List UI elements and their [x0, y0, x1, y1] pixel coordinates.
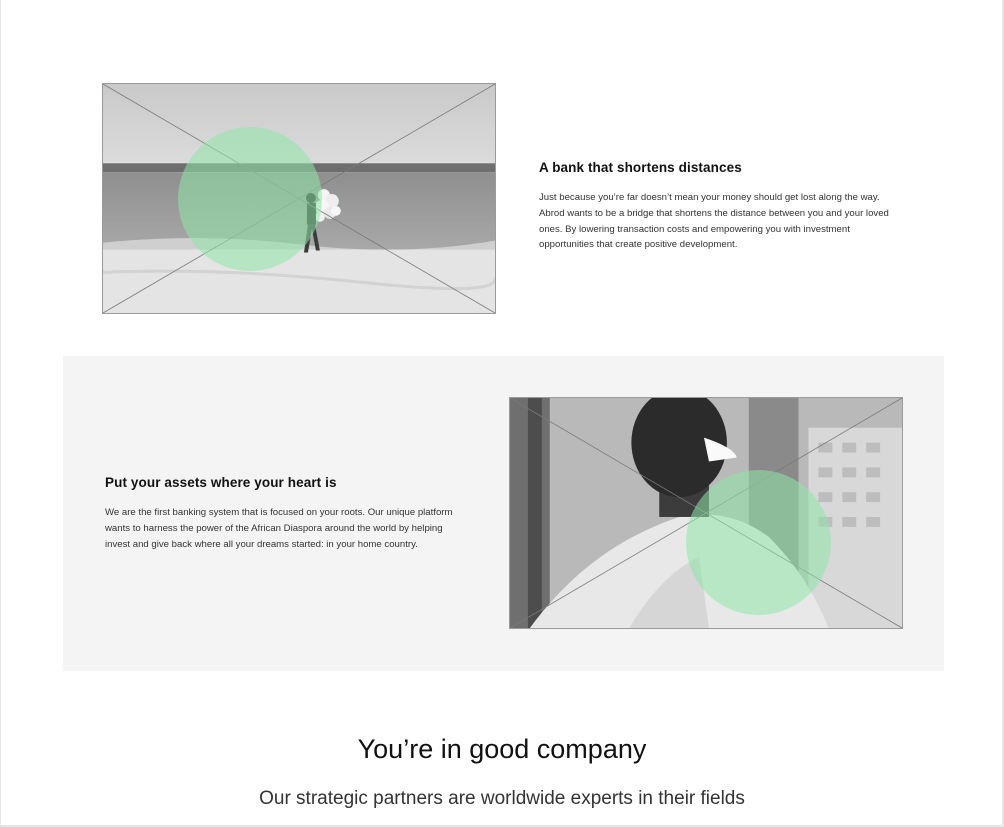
partners-subheading: Our strategic partners are worldwide exp…: [259, 788, 745, 809]
accent-circle: [686, 470, 831, 615]
feature-body-distances: Just because you’re far doesn’t mean you…: [539, 192, 889, 251]
accent-circle: [178, 127, 322, 271]
smiling-man-photo: [509, 397, 903, 629]
page-frame-left: [0, 0, 1, 827]
beach-balloons-photo: [102, 83, 496, 314]
feature-body-assets: We are the first banking system that is …: [105, 507, 453, 550]
feature-title-assets: Put your assets where your heart is: [105, 475, 337, 490]
feature-title-distances: A bank that shortens distances: [539, 160, 742, 175]
partners-heading: You’re in good company: [357, 734, 647, 764]
